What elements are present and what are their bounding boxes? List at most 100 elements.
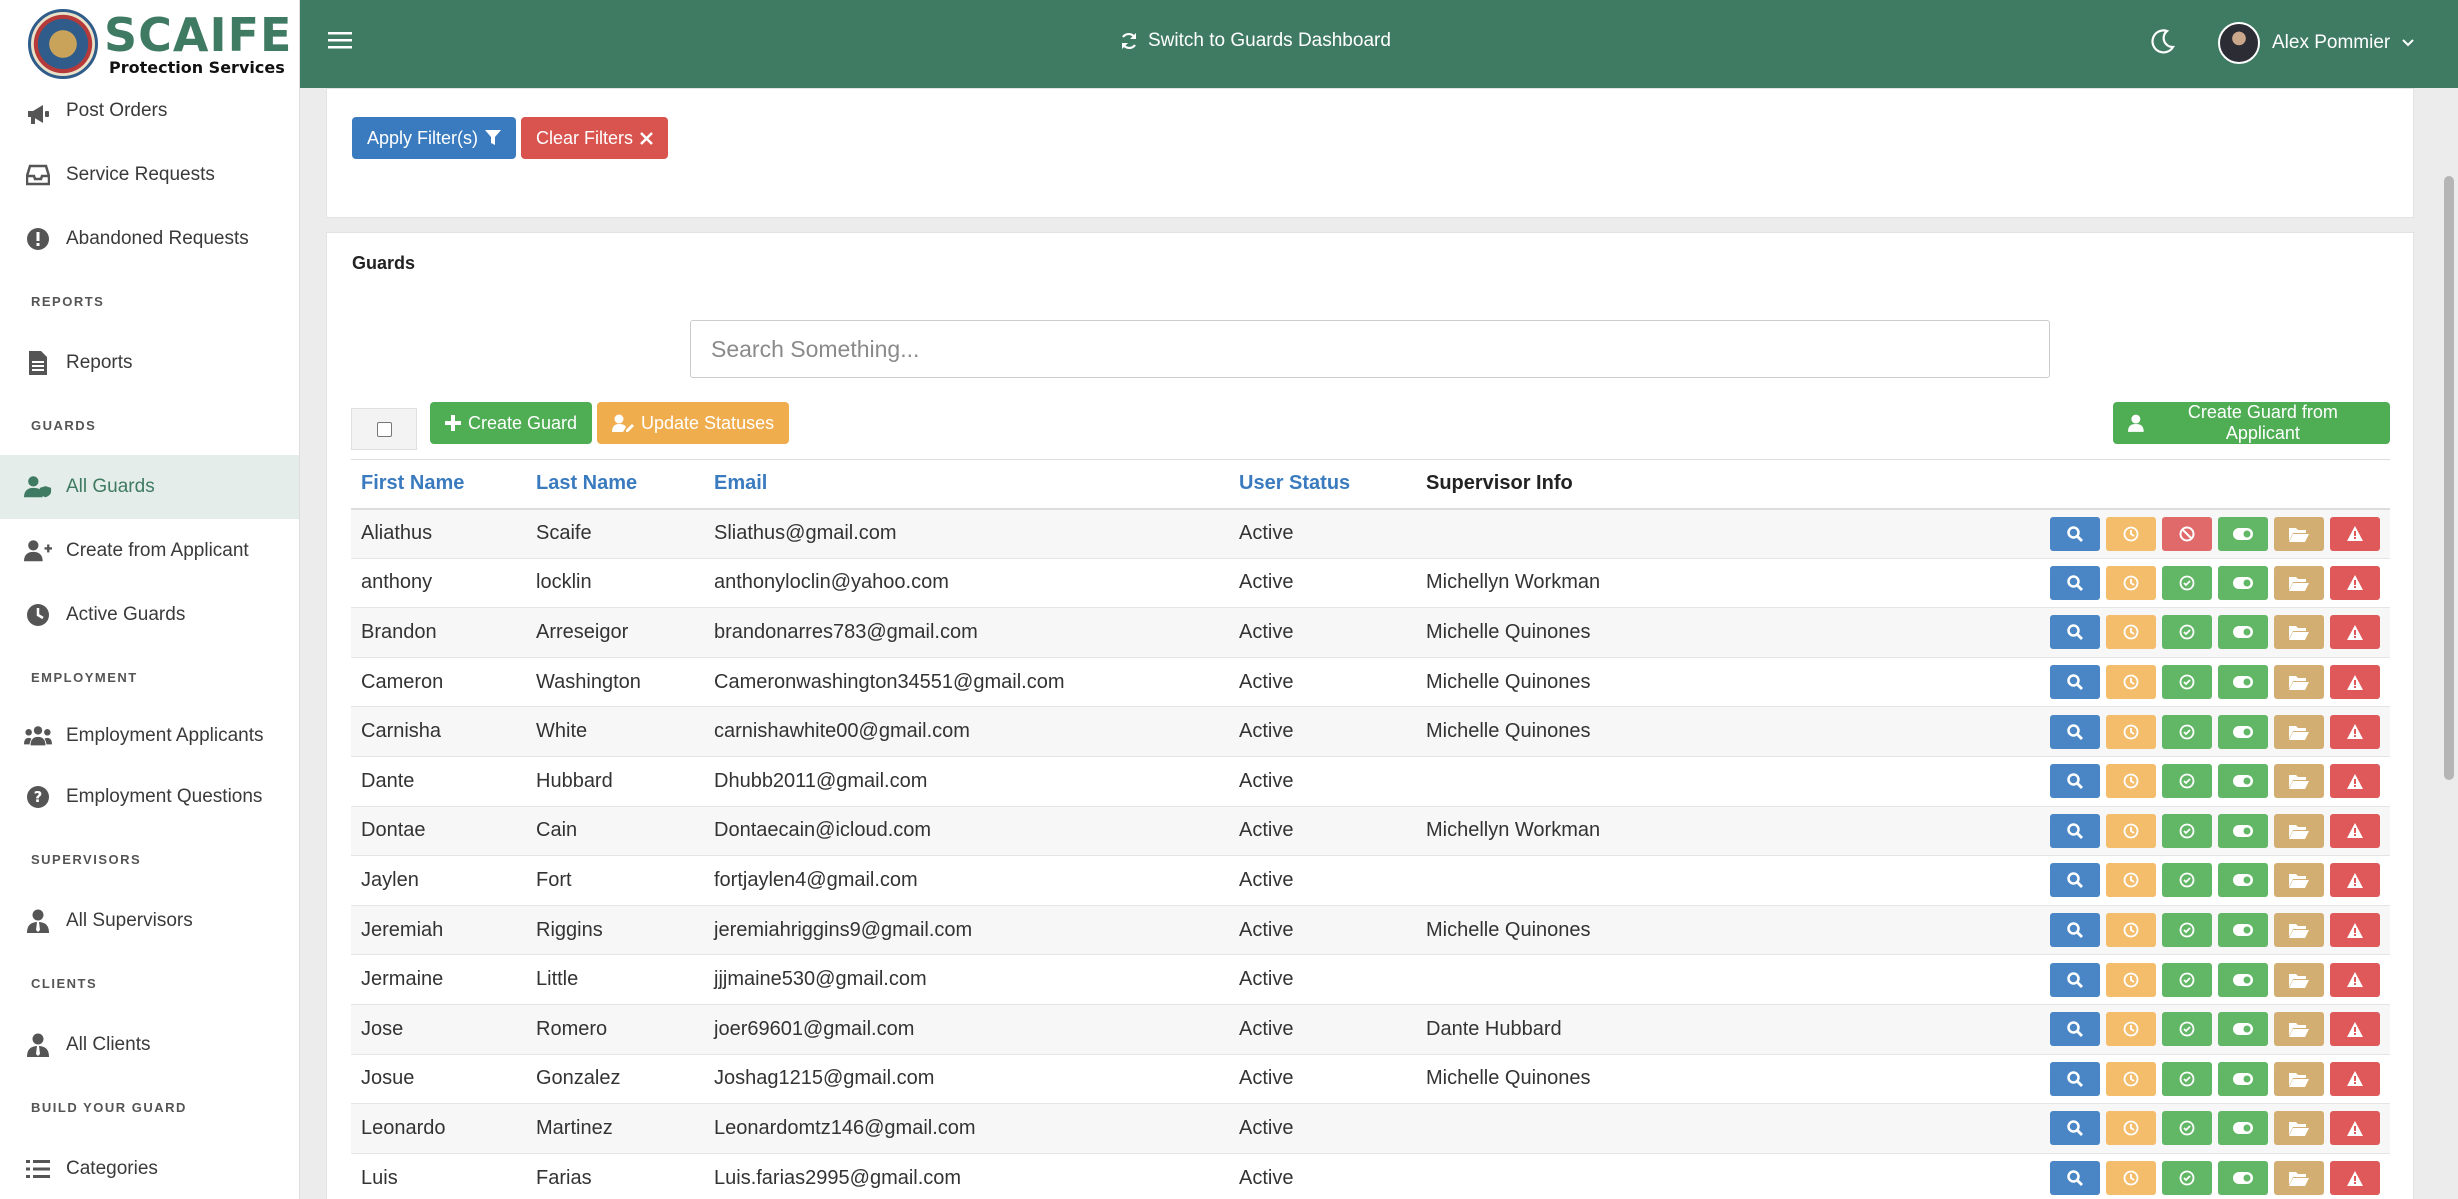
sidebar-item-all-clients[interactable]: All Clients bbox=[0, 1013, 299, 1077]
column-first-name[interactable]: First Name bbox=[351, 459, 526, 510]
toggle-status-button[interactable] bbox=[2218, 565, 2268, 600]
timesheet-button[interactable] bbox=[2106, 962, 2156, 997]
view-guard-button[interactable] bbox=[2050, 913, 2100, 948]
toggle-status-button[interactable] bbox=[2218, 1012, 2268, 1047]
timesheet-button[interactable] bbox=[2106, 615, 2156, 650]
documents-button[interactable] bbox=[2274, 1111, 2324, 1146]
documents-button[interactable] bbox=[2274, 714, 2324, 749]
timesheet-button[interactable] bbox=[2106, 565, 2156, 600]
incident-button[interactable] bbox=[2330, 962, 2380, 997]
switch-dashboard-link[interactable]: Switch to Guards Dashboard bbox=[1120, 30, 1391, 52]
incident-button[interactable] bbox=[2330, 863, 2380, 898]
user-menu[interactable]: Alex Pommier bbox=[2218, 22, 2414, 64]
documents-button[interactable] bbox=[2274, 1161, 2324, 1196]
sidebar-item-all-guards[interactable]: All Guards bbox=[0, 455, 299, 519]
toggle-status-button[interactable] bbox=[2218, 813, 2268, 848]
view-guard-button[interactable] bbox=[2050, 764, 2100, 799]
documents-button[interactable] bbox=[2274, 962, 2324, 997]
view-guard-button[interactable] bbox=[2050, 565, 2100, 600]
view-guard-button[interactable] bbox=[2050, 516, 2100, 551]
timesheet-button[interactable] bbox=[2106, 863, 2156, 898]
toggle-status-button[interactable] bbox=[2218, 1161, 2268, 1196]
hamburger-menu-icon[interactable] bbox=[328, 30, 352, 55]
incident-button[interactable] bbox=[2330, 813, 2380, 848]
sidebar-item-categories[interactable]: Categories bbox=[0, 1137, 299, 1199]
incident-button[interactable] bbox=[2330, 1161, 2380, 1196]
documents-button[interactable] bbox=[2274, 813, 2324, 848]
sidebar-item-service-requests[interactable]: Service Requests bbox=[0, 143, 299, 207]
documents-button[interactable] bbox=[2274, 516, 2324, 551]
sidebar-item-post-orders[interactable]: Post Orders bbox=[0, 88, 299, 143]
timesheet-button[interactable] bbox=[2106, 764, 2156, 799]
incident-button[interactable] bbox=[2330, 516, 2380, 551]
clear-filters-button[interactable]: Clear Filters bbox=[521, 117, 669, 159]
incident-button[interactable] bbox=[2330, 665, 2380, 700]
sidebar-item-employment-applicants[interactable]: Employment Applicants bbox=[0, 707, 299, 765]
timesheet-button[interactable] bbox=[2106, 913, 2156, 948]
documents-button[interactable] bbox=[2274, 863, 2324, 898]
incident-button[interactable] bbox=[2330, 1111, 2380, 1146]
incident-button[interactable] bbox=[2330, 714, 2380, 749]
brand-logo[interactable]: SCAIFE Protection Services bbox=[0, 0, 299, 88]
toggle-status-button[interactable] bbox=[2218, 665, 2268, 700]
view-guard-button[interactable] bbox=[2050, 1161, 2100, 1196]
approve-guard-button[interactable] bbox=[2162, 863, 2212, 898]
documents-button[interactable] bbox=[2274, 615, 2324, 650]
approve-guard-button[interactable] bbox=[2162, 1111, 2212, 1146]
create-guard-from-applicant-button[interactable]: Create Guard from Applicant bbox=[2113, 402, 2390, 444]
documents-button[interactable] bbox=[2274, 565, 2324, 600]
toggle-status-button[interactable] bbox=[2218, 764, 2268, 799]
sidebar-item-all-supervisors[interactable]: All Supervisors bbox=[0, 889, 299, 953]
documents-button[interactable] bbox=[2274, 764, 2324, 799]
approve-guard-button[interactable] bbox=[2162, 665, 2212, 700]
sidebar-item-create-from-applicant[interactable]: Create from Applicant bbox=[0, 519, 299, 583]
incident-button[interactable] bbox=[2330, 1012, 2380, 1047]
approve-guard-button[interactable] bbox=[2162, 962, 2212, 997]
view-guard-button[interactable] bbox=[2050, 714, 2100, 749]
timesheet-button[interactable] bbox=[2106, 813, 2156, 848]
toggle-status-button[interactable] bbox=[2218, 962, 2268, 997]
view-guard-button[interactable] bbox=[2050, 813, 2100, 848]
timesheet-button[interactable] bbox=[2106, 1161, 2156, 1196]
toggle-status-button[interactable] bbox=[2218, 714, 2268, 749]
approve-guard-button[interactable] bbox=[2162, 1161, 2212, 1196]
approve-guard-button[interactable] bbox=[2162, 1061, 2212, 1096]
sidebar-item-employment-questions[interactable]: ? Employment Questions bbox=[0, 765, 299, 829]
timesheet-button[interactable] bbox=[2106, 665, 2156, 700]
column-last-name[interactable]: Last Name bbox=[526, 459, 704, 510]
view-guard-button[interactable] bbox=[2050, 1012, 2100, 1047]
toggle-status-button[interactable] bbox=[2218, 1111, 2268, 1146]
create-guard-button[interactable]: Create Guard bbox=[430, 402, 593, 444]
toggle-status-button[interactable] bbox=[2218, 615, 2268, 650]
view-guard-button[interactable] bbox=[2050, 962, 2100, 997]
approve-guard-button[interactable] bbox=[2162, 813, 2212, 848]
incident-button[interactable] bbox=[2330, 1061, 2380, 1096]
timesheet-button[interactable] bbox=[2106, 516, 2156, 551]
scrollbar[interactable] bbox=[2444, 176, 2454, 780]
moon-icon[interactable] bbox=[2150, 28, 2176, 59]
approve-guard-button[interactable] bbox=[2162, 913, 2212, 948]
toggle-status-button[interactable] bbox=[2218, 516, 2268, 551]
view-guard-button[interactable] bbox=[2050, 863, 2100, 898]
disable-guard-button[interactable] bbox=[2162, 516, 2212, 551]
incident-button[interactable] bbox=[2330, 565, 2380, 600]
documents-button[interactable] bbox=[2274, 1061, 2324, 1096]
sidebar-item-reports[interactable]: Reports bbox=[0, 331, 299, 395]
timesheet-button[interactable] bbox=[2106, 1111, 2156, 1146]
toggle-status-button[interactable] bbox=[2218, 1061, 2268, 1096]
toggle-status-button[interactable] bbox=[2218, 913, 2268, 948]
apply-filters-button[interactable]: Apply Filter(s) bbox=[352, 117, 517, 159]
column-user-status[interactable]: User Status bbox=[1229, 459, 1416, 510]
documents-button[interactable] bbox=[2274, 913, 2324, 948]
timesheet-button[interactable] bbox=[2106, 1012, 2156, 1047]
sidebar-item-active-guards[interactable]: Active Guards bbox=[0, 583, 299, 647]
incident-button[interactable] bbox=[2330, 615, 2380, 650]
update-statuses-button[interactable]: Update Statuses bbox=[597, 402, 790, 444]
incident-button[interactable] bbox=[2330, 764, 2380, 799]
column-email[interactable]: Email bbox=[704, 459, 1229, 510]
select-all-checkbox[interactable] bbox=[376, 421, 392, 437]
timesheet-button[interactable] bbox=[2106, 1061, 2156, 1096]
approve-guard-button[interactable] bbox=[2162, 565, 2212, 600]
approve-guard-button[interactable] bbox=[2162, 615, 2212, 650]
approve-guard-button[interactable] bbox=[2162, 1012, 2212, 1047]
